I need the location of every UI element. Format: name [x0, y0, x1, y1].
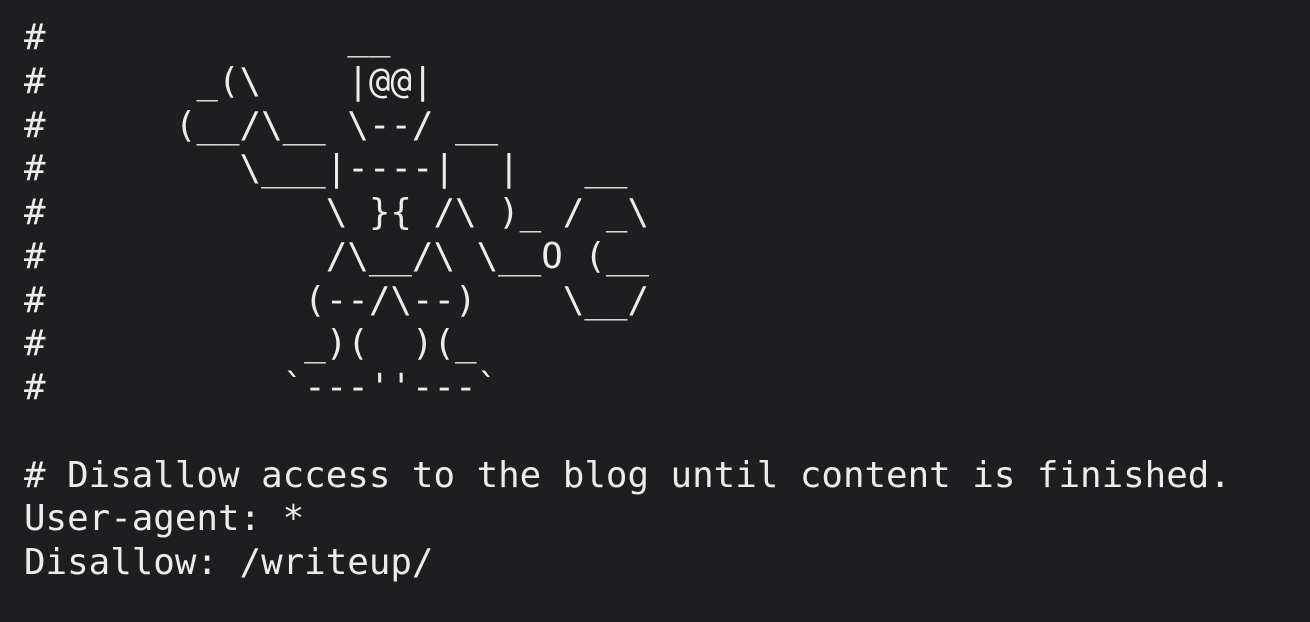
ascii-art-line: # \ }{ /\ )_ / _\ [24, 192, 649, 233]
comment-line: # Disallow access to the blog until cont… [24, 454, 1231, 496]
ascii-art-line: # (__/\__ \--/ __ [24, 104, 499, 146]
ascii-art-line: # `---''---` [24, 367, 499, 408]
ascii-art-line: # (--/\--) \__/ [24, 279, 649, 321]
text-viewer: # __ # _(\ |@@| # (__/\__ \--/ __ # \___|--… [0, 0, 1310, 622]
ascii-art-line: # _)( )(_ [24, 323, 477, 365]
ascii-art-line: # _(\ |@@| [24, 60, 434, 102]
ascii-art-line: # __ [24, 17, 391, 58]
ascii-art-line: # /\__/\ \__O (__ [24, 235, 649, 277]
ascii-art-line: # \___|----| | __ [24, 148, 628, 190]
robots-txt-content[interactable]: # __ # _(\ |@@| # (__/\__ \--/ __ # \___|--… [24, 16, 1231, 585]
user-agent-directive: User-agent: * [24, 498, 305, 540]
disallow-directive: Disallow: /writeup/ [24, 542, 434, 583]
